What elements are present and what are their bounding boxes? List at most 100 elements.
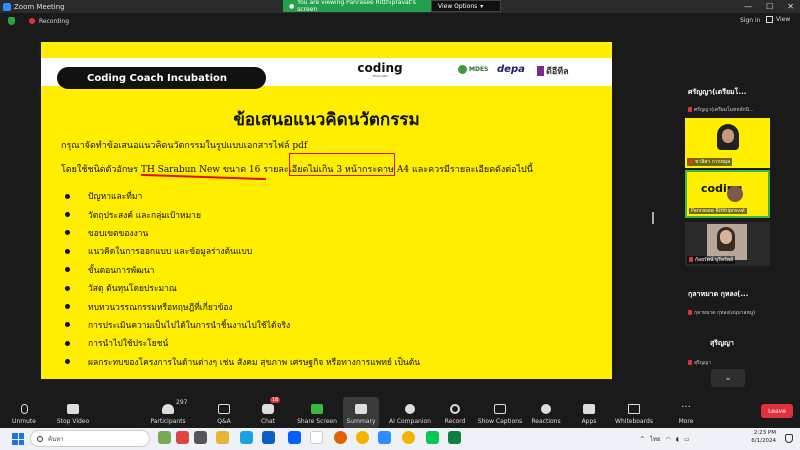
shared-screen-slide: Coding Coach Incubation coding THAILAND … bbox=[41, 42, 612, 379]
chevron-up-icon[interactable]: ^ bbox=[640, 436, 645, 443]
muted-mic-icon bbox=[688, 310, 692, 315]
participant-name-top[interactable]: ศรัญญา(เตรียมโ... bbox=[688, 87, 770, 98]
system-tray: ^ ไทย ◠ ◖ ▭ bbox=[640, 430, 690, 448]
dsth-logo: ดีอีทีล bbox=[537, 64, 569, 78]
shield-icon: ● bbox=[289, 2, 295, 10]
firefox-icon[interactable] bbox=[334, 431, 347, 444]
ai-companion-icon bbox=[405, 404, 415, 414]
maximize-button[interactable]: ☐ bbox=[766, 2, 773, 11]
slide-bullet-list: ปัญหาและที่มา วัตถุประสงค์ และกลุ่มเป้าห… bbox=[65, 187, 420, 371]
record-button[interactable]: Record bbox=[442, 397, 468, 428]
captions-icon bbox=[494, 404, 506, 414]
slide-instruction-line1: กรุณาจัดทำข้อเสนอแนวคิดนวัตกรรมในรูปแบบเ… bbox=[61, 141, 308, 151]
participants-icon bbox=[162, 404, 174, 414]
taskbar-app-icon[interactable] bbox=[194, 431, 207, 444]
qa-icon bbox=[218, 404, 230, 414]
reactions-button[interactable]: Reactions bbox=[530, 397, 562, 428]
participant-subname-bottom: สุริญญา bbox=[688, 359, 711, 367]
participants-button[interactable]: 297 Participants bbox=[148, 397, 188, 428]
apps-icon bbox=[583, 404, 595, 414]
summary-button[interactable]: Summary bbox=[343, 397, 379, 428]
list-item: การประเมินความเป็นไปได้ในการนำชิ้นงานไปใ… bbox=[65, 316, 420, 334]
muted-mic-icon bbox=[688, 360, 692, 365]
summary-icon bbox=[355, 404, 367, 414]
app-title: Zoom Meeting bbox=[0, 2, 65, 11]
taskbar-clock[interactable]: 2:23 PM 6/1/2024 bbox=[728, 429, 776, 445]
close-button[interactable]: ✕ bbox=[787, 2, 794, 11]
participant-label: ชาลิสา กากหมุล bbox=[687, 158, 733, 166]
wifi-icon[interactable]: ◠ bbox=[666, 436, 671, 443]
list-item: ขั้นตอนการพัฒนา bbox=[65, 261, 420, 279]
chrome-icon[interactable] bbox=[356, 431, 369, 444]
security-shield-icon bbox=[8, 17, 15, 25]
more-icon: ··· bbox=[681, 402, 691, 413]
slide-title: ข้อเสนอแนวคิดนวัตกรรม bbox=[233, 110, 420, 130]
window-title: Zoom Meeting bbox=[14, 2, 65, 11]
amazon-icon[interactable] bbox=[310, 431, 323, 444]
ai-companion-button[interactable]: AI Companion bbox=[386, 397, 434, 428]
whiteboards-button[interactable]: Whiteboards bbox=[614, 397, 654, 428]
muted-mic-icon bbox=[688, 107, 692, 112]
recording-label: Recording bbox=[39, 17, 70, 25]
taskbar-search-input[interactable]: ค้นหา bbox=[30, 430, 150, 447]
chat-button[interactable]: 18 Chat bbox=[256, 397, 281, 428]
excel-icon[interactable] bbox=[448, 431, 461, 444]
search-icon bbox=[37, 435, 43, 442]
sign-in-link[interactable]: Sign in bbox=[740, 17, 760, 24]
unmute-button[interactable]: Unmute bbox=[8, 397, 40, 428]
minimize-button[interactable]: — bbox=[744, 2, 752, 11]
more-button[interactable]: ··· More bbox=[674, 397, 698, 428]
record-icon bbox=[450, 404, 460, 414]
mic-muted-icon bbox=[20, 404, 28, 414]
mdes-emblem-icon bbox=[458, 65, 467, 74]
scroll-down-button[interactable]: ⌄ bbox=[711, 369, 745, 387]
apps-button[interactable]: Apps bbox=[578, 397, 600, 428]
windows-start-icon[interactable] bbox=[12, 433, 24, 445]
leave-button[interactable]: Leave bbox=[761, 404, 793, 418]
view-button[interactable]: View bbox=[766, 16, 790, 23]
muted-mic-icon bbox=[689, 159, 693, 164]
stop-video-button[interactable]: Stop Video bbox=[54, 397, 92, 428]
slide-header-pill: Coding Coach Incubation bbox=[57, 67, 266, 89]
depa-logo: depa bbox=[497, 64, 525, 75]
taskbar-app-icon[interactable] bbox=[176, 431, 189, 444]
participant-video-tile[interactable]: ชาลิสา กากหมุล bbox=[685, 118, 770, 168]
chevron-down-icon: ▾ bbox=[480, 2, 484, 10]
recording-indicator[interactable]: Recording bbox=[8, 17, 69, 25]
muted-mic-icon bbox=[689, 257, 693, 262]
battery-icon[interactable]: ▭ bbox=[684, 436, 690, 443]
line-icon[interactable] bbox=[426, 431, 439, 444]
list-item: ปัญหาและที่มา bbox=[65, 187, 420, 205]
record-dot-icon bbox=[29, 18, 35, 24]
active-speaker-tile[interactable]: coding Panrasee Ritthipravat bbox=[685, 170, 770, 218]
list-item: การนำไปใช้ประโยชน์ bbox=[65, 334, 420, 352]
zoom-taskbar-icon[interactable] bbox=[378, 431, 391, 444]
word-icon[interactable] bbox=[262, 431, 275, 444]
view-options-button[interactable]: View Options ▾ bbox=[431, 0, 501, 12]
split-resize-handle[interactable] bbox=[652, 212, 654, 224]
edge-browser-icon[interactable] bbox=[240, 431, 253, 444]
language-indicator[interactable]: ไทย bbox=[650, 434, 661, 444]
participant-label: กัลยรัตน์ บุรีทรัพย์ bbox=[687, 256, 736, 264]
participant-subname-top: ศรัญญา(เตรียมโมทหลักนิ... bbox=[688, 106, 770, 114]
chrome-icon[interactable] bbox=[402, 431, 415, 444]
qa-button[interactable]: Q&A bbox=[212, 397, 236, 428]
participant-name-bottom[interactable]: สุริญญา bbox=[710, 338, 734, 349]
list-item: แนวคิดในการออกแบบ และข้อมูลร่างต้นแบบ bbox=[65, 242, 420, 260]
speaker-icon[interactable]: ◖ bbox=[676, 436, 679, 443]
file-explorer-icon[interactable] bbox=[216, 431, 229, 444]
mdes-logo: MDES bbox=[458, 65, 488, 74]
participant-video-tile[interactable]: กัลยรัตน์ บุรีทรัพย์ bbox=[685, 222, 770, 266]
notification-bell-icon[interactable] bbox=[785, 434, 793, 443]
list-item: ผลกระทบของโครงการในด้านต่างๆ เช่น สังคม … bbox=[65, 353, 420, 371]
participant-name-mid[interactable]: กุลาหมาด กุหลง(... bbox=[688, 289, 770, 300]
share-screen-icon bbox=[311, 404, 323, 414]
participants-count: 297 bbox=[176, 399, 188, 406]
status-row: Recording Sign in View bbox=[0, 13, 800, 31]
share-screen-button[interactable]: Share Screen bbox=[297, 397, 337, 428]
chat-badge: 18 bbox=[270, 397, 281, 403]
show-captions-button[interactable]: Show Captions bbox=[476, 397, 524, 428]
taskbar-app-icon[interactable] bbox=[158, 431, 171, 444]
dropbox-icon[interactable] bbox=[288, 431, 301, 444]
annotation-red-box bbox=[289, 153, 395, 176]
